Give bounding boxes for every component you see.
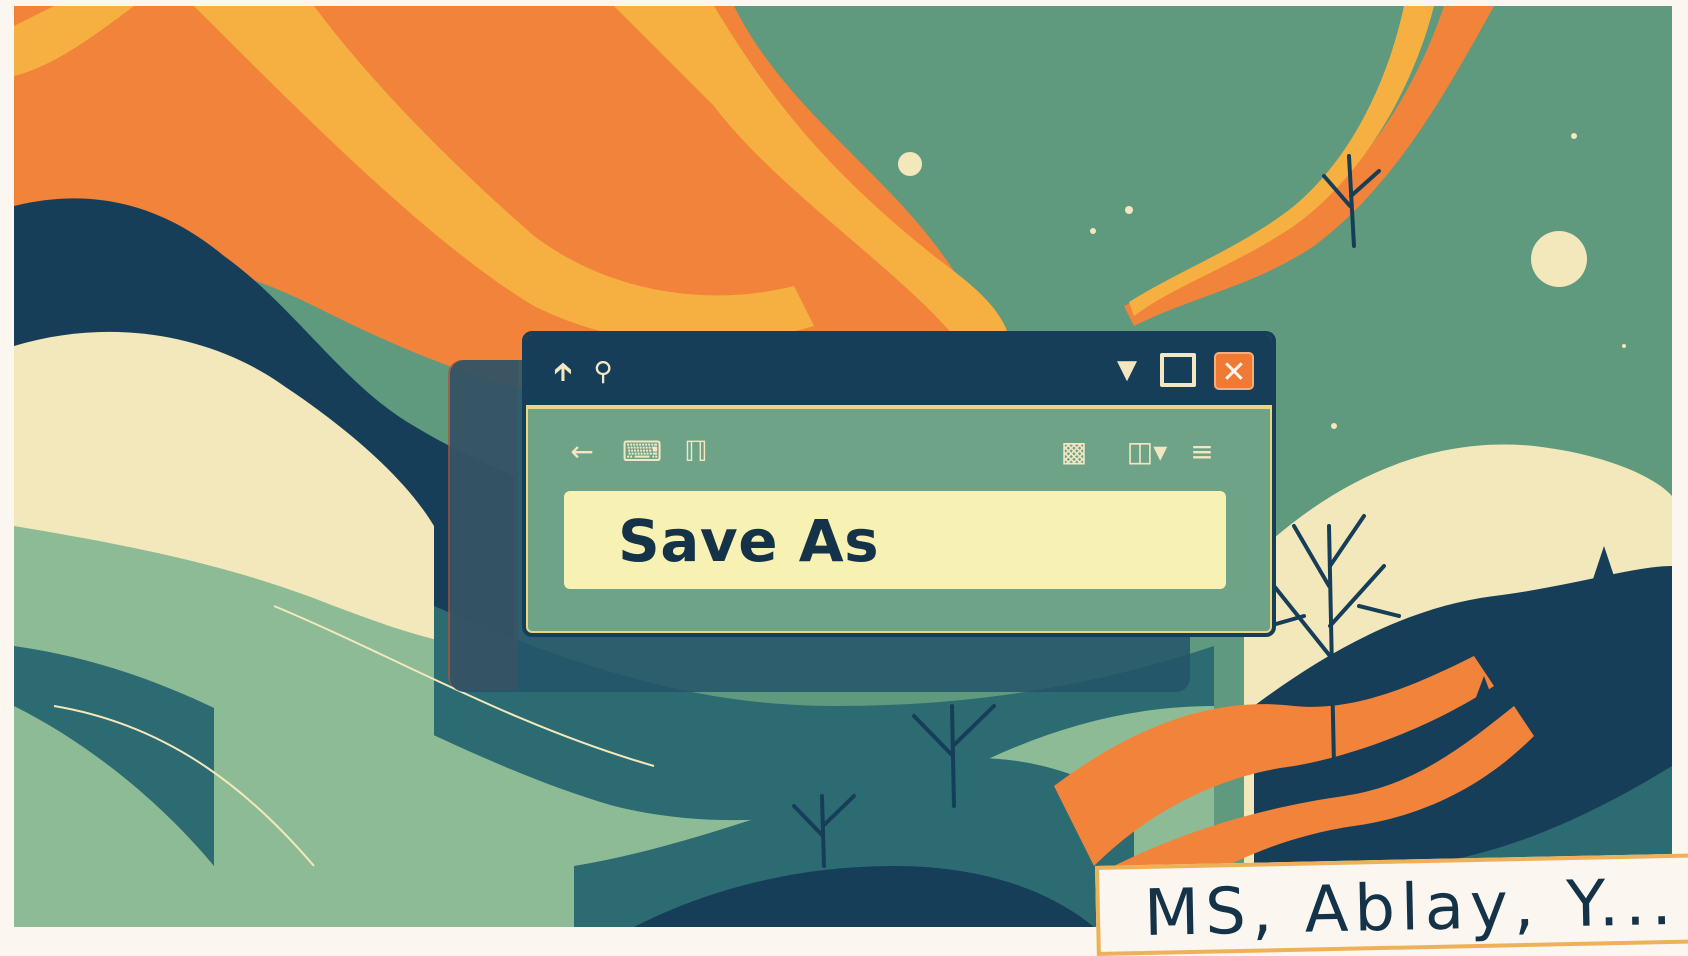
new-icon[interactable]: ◫▾ bbox=[1120, 435, 1174, 469]
search-person-icon[interactable]: ⚲ bbox=[588, 357, 618, 387]
caption-box: MS, Ablay, Y... bbox=[1095, 853, 1688, 956]
folder-icon[interactable]: ⌨ bbox=[622, 435, 662, 469]
view-icon[interactable]: ▩ bbox=[1056, 435, 1092, 469]
upload-arrow-icon[interactable]: 🡱 bbox=[548, 357, 578, 387]
caption-text: MS, Ablay, Y... bbox=[1143, 865, 1679, 951]
close-button[interactable]: ✕ bbox=[1214, 352, 1254, 390]
filename-field[interactable]: Save As bbox=[564, 491, 1226, 589]
save-as-dialog: 🡱 ⚲ ▼ ✕ ← ⌨ ℿ ▩ ◫▾ ≡ Save As bbox=[522, 331, 1276, 637]
dialog-titlebar: 🡱 ⚲ ▼ ✕ bbox=[526, 335, 1272, 409]
filename-value: Save As bbox=[618, 507, 880, 575]
chevron-down-icon[interactable]: ▼ bbox=[1108, 351, 1146, 389]
branch-icon[interactable]: ℿ bbox=[678, 435, 714, 469]
maximize-button[interactable] bbox=[1160, 353, 1196, 387]
back-arrow-icon[interactable]: ← bbox=[564, 435, 600, 469]
menu-icon[interactable]: ≡ bbox=[1184, 435, 1220, 469]
